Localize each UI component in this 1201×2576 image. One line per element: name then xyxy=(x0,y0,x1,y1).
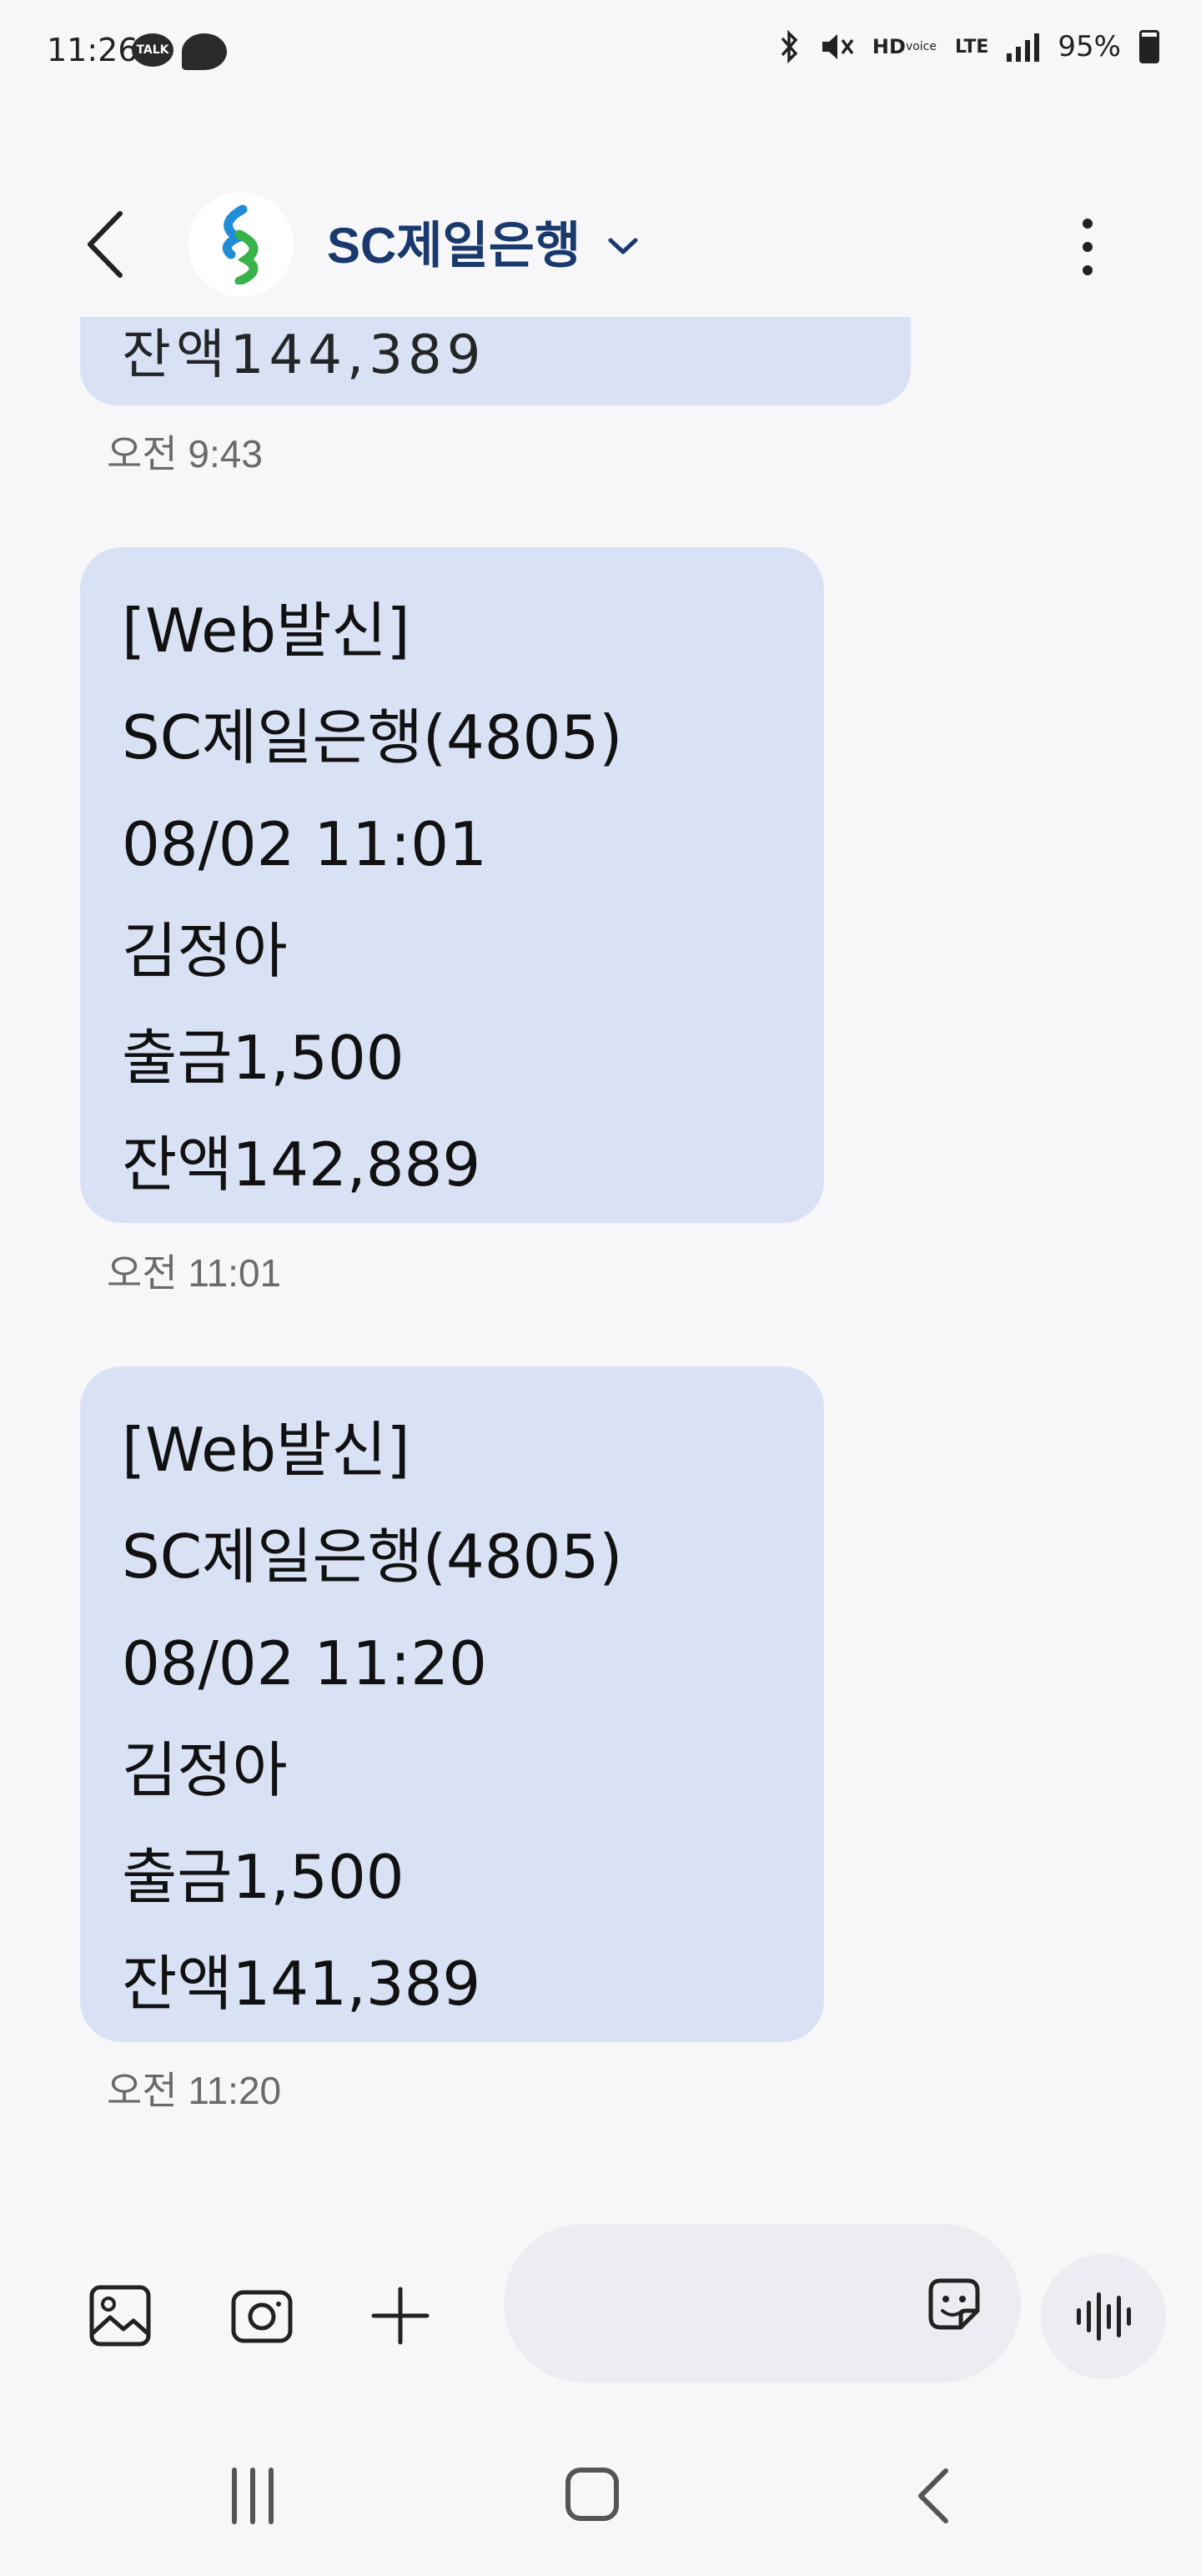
message-line: 잔액142,889 xyxy=(122,1130,481,1200)
message-line: [Web발신] xyxy=(122,1415,410,1485)
voice-input-icon[interactable] xyxy=(1041,2254,1166,2379)
recent-apps-icon[interactable] xyxy=(232,2468,285,2524)
message-line: 잔액141,389 xyxy=(122,1949,481,2019)
message-text-partial: 잔액144,389 xyxy=(122,325,486,386)
bluetooth-icon xyxy=(781,30,798,63)
avatar[interactable] xyxy=(188,192,294,297)
message-line: [Web발신] xyxy=(122,596,410,666)
message-timestamp: 오전 11:01 xyxy=(107,1251,282,1295)
message-composer xyxy=(0,2219,1201,2386)
message-line: 김정아 xyxy=(122,916,288,986)
message-line: 08/02 11:01 xyxy=(122,809,487,879)
conversation-header: SC제일은행 xyxy=(0,167,1201,317)
chevron-down-icon[interactable] xyxy=(602,225,644,267)
message-line: SC제일은행(4805) xyxy=(122,1522,623,1592)
message-line: SC제일은행(4805) xyxy=(122,702,623,772)
message-bubble-previous[interactable]: 잔액144,389 xyxy=(80,317,911,405)
message-line: 08/02 11:20 xyxy=(122,1628,487,1698)
hd-voice-icon: HD voice xyxy=(872,35,937,58)
battery-percent: 95% xyxy=(1058,30,1121,63)
status-bar: 11:26 TALK HD voice LTE 95% xyxy=(0,0,1201,108)
message-input[interactable] xyxy=(540,2274,911,2334)
system-navigation-bar xyxy=(0,2436,1201,2553)
camera-icon[interactable] xyxy=(229,2282,295,2349)
message-timestamp: 오전 9:43 xyxy=(107,432,263,475)
message-bubble[interactable]: [Web발신] SC제일은행(4805) 08/02 11:01 김정아 출금1… xyxy=(80,547,824,1223)
message-line: 출금1,500 xyxy=(122,1842,405,1912)
lte-label: LTE xyxy=(955,36,989,58)
message-line: 출금1,500 xyxy=(122,1023,405,1093)
signal-icon xyxy=(1007,32,1040,62)
battery-icon xyxy=(1139,30,1159,63)
nav-back-icon[interactable] xyxy=(909,2466,959,2526)
contact-name[interactable]: SC제일은행 xyxy=(327,205,580,278)
status-indicators: HD voice LTE 95% xyxy=(777,30,1159,63)
hd-label: HD xyxy=(872,35,906,58)
message-timestamp: 오전 11:20 xyxy=(107,2069,282,2112)
kakaotalk-notification-icon: TALK xyxy=(132,33,173,67)
lte-icon: LTE xyxy=(955,37,988,58)
standard-chartered-logo-icon xyxy=(222,204,259,284)
chat-bubble-notification-icon xyxy=(182,33,227,70)
message-input-container[interactable] xyxy=(504,2224,1021,2382)
mute-icon xyxy=(822,34,854,59)
home-icon[interactable] xyxy=(565,2468,619,2521)
emoji-icon[interactable] xyxy=(924,2274,984,2334)
status-time: 11:26 xyxy=(47,32,138,68)
message-line: 김정아 xyxy=(122,1735,288,1805)
more-options-icon[interactable] xyxy=(1068,209,1108,284)
plus-icon[interactable] xyxy=(367,2282,434,2349)
gallery-icon[interactable] xyxy=(87,2282,153,2349)
message-bubble[interactable]: [Web발신] SC제일은행(4805) 08/02 11:20 김정아 출금1… xyxy=(80,1366,824,2042)
voice-label: voice xyxy=(905,40,937,53)
back-arrow-icon[interactable] xyxy=(80,207,130,282)
